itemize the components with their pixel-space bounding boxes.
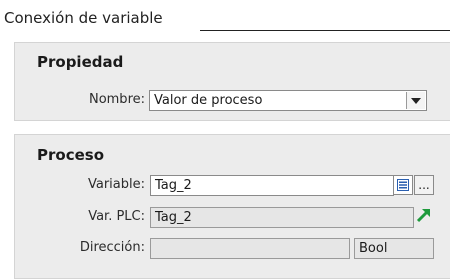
variable-list-button[interactable] <box>393 175 413 195</box>
section-title: Conexión de variable <box>4 9 163 27</box>
nombre-value: Valor de proceso <box>154 93 263 108</box>
variable-more-button[interactable]: ... <box>414 175 434 195</box>
propiedad-title: Propiedad <box>37 53 124 71</box>
variable-label: Variable: <box>87 177 145 192</box>
varplc-value: Tag_2 <box>155 210 192 225</box>
variable-value: Tag_2 <box>155 178 192 193</box>
proceso-panel: Proceso Variable: Tag_2 ... Var. PLC: Ta… <box>14 134 450 279</box>
direccion-label: Dirección: <box>79 240 145 255</box>
variable-input[interactable]: Tag_2 <box>150 175 394 196</box>
tipo-field: Bool <box>354 238 434 259</box>
varplc-field: Tag_2 <box>150 207 414 228</box>
proceso-title: Proceso <box>37 146 104 164</box>
chevron-down-icon <box>411 97 421 104</box>
dropdown-button[interactable] <box>406 92 425 109</box>
list-icon <box>397 179 409 191</box>
section-divider <box>200 30 450 31</box>
varplc-label: Var. PLC: <box>88 209 145 224</box>
nombre-dropdown[interactable]: Valor de proceso <box>149 90 427 111</box>
tipo-value: Bool <box>359 241 388 256</box>
direccion-field <box>150 238 350 259</box>
ellipsis-label: ... <box>418 178 430 192</box>
section-header: Conexión de variable <box>0 0 450 42</box>
propiedad-panel: Propiedad Nombre: Valor de proceso <box>14 42 450 121</box>
green-arrow-icon[interactable] <box>415 206 433 224</box>
nombre-label: Nombre: <box>88 92 145 107</box>
